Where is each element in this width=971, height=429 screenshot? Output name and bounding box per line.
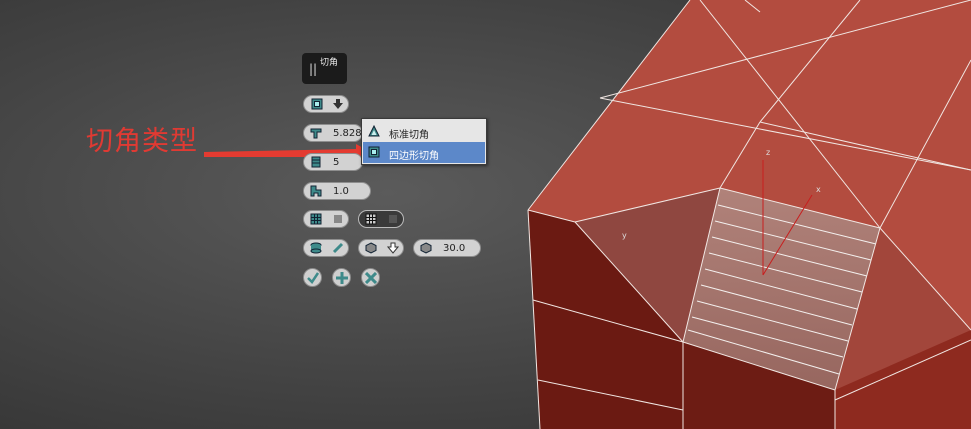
arrow-down-icon	[333, 99, 343, 109]
cube-icon	[420, 242, 432, 254]
gizmo-x-label: x	[816, 185, 821, 194]
tension-icon	[310, 185, 322, 197]
amount-value: 5.828	[333, 128, 362, 139]
chamfer-type-dropdown[interactable]: 标准切角 四边形切角	[361, 118, 487, 165]
amount-icon	[310, 128, 322, 139]
plus-icon	[336, 272, 348, 284]
cube-icon	[365, 242, 377, 254]
ok-button[interactable]	[303, 268, 322, 287]
gizmo-y-label: y	[622, 231, 627, 240]
annotation-label: 切角类型	[86, 126, 198, 157]
threshold-value: 30.0	[443, 243, 466, 254]
quad-icon	[368, 146, 380, 158]
grid-icon	[310, 213, 322, 225]
cancel-button[interactable]	[361, 268, 380, 287]
material-id-toggle[interactable]	[358, 239, 404, 257]
pen-icon	[332, 242, 344, 254]
dropdown-option-quad[interactable]: 四边形切角	[363, 142, 485, 163]
open-chamfer-toggle[interactable]	[303, 239, 349, 257]
chamfer-tension-field[interactable]: 1.0	[303, 182, 371, 200]
check-icon	[307, 272, 319, 284]
drag-handle-icon[interactable]: ||	[309, 62, 317, 76]
triangle-icon	[368, 125, 380, 137]
chamfer-mode-button[interactable]	[303, 95, 349, 113]
arrow-down-icon	[387, 242, 399, 254]
grid-icon	[365, 213, 377, 225]
smooth-threshold-field[interactable]: 30.0	[413, 239, 481, 257]
cylinder-icon	[310, 242, 322, 254]
segments-icon	[311, 156, 321, 168]
dropdown-option-label: 标准切角	[389, 130, 429, 141]
chamfer-amount-field[interactable]: 5.828	[303, 124, 363, 142]
dropdown-option-standard[interactable]: 标准切角	[363, 121, 485, 142]
smooth-toggle[interactable]	[303, 210, 349, 228]
chamfer-segments-field[interactable]: 5	[303, 153, 363, 171]
viewport-3d[interactable]: z x y	[0, 0, 971, 429]
segments-value: 5	[333, 157, 340, 168]
smooth-mode-toggle[interactable]	[358, 210, 404, 228]
square-icon	[334, 215, 342, 223]
chamfer-mode-icon	[311, 98, 323, 110]
caddy-title-text: 切角	[320, 58, 339, 68]
apply-button[interactable]	[332, 268, 351, 287]
tension-value: 1.0	[333, 186, 349, 197]
gizmo-z-label: z	[766, 148, 770, 157]
square-icon	[389, 215, 397, 223]
dropdown-option-label: 四边形切角	[389, 151, 439, 162]
chamfer-caddy-title[interactable]: || 切角	[302, 53, 347, 84]
close-icon	[365, 272, 377, 284]
